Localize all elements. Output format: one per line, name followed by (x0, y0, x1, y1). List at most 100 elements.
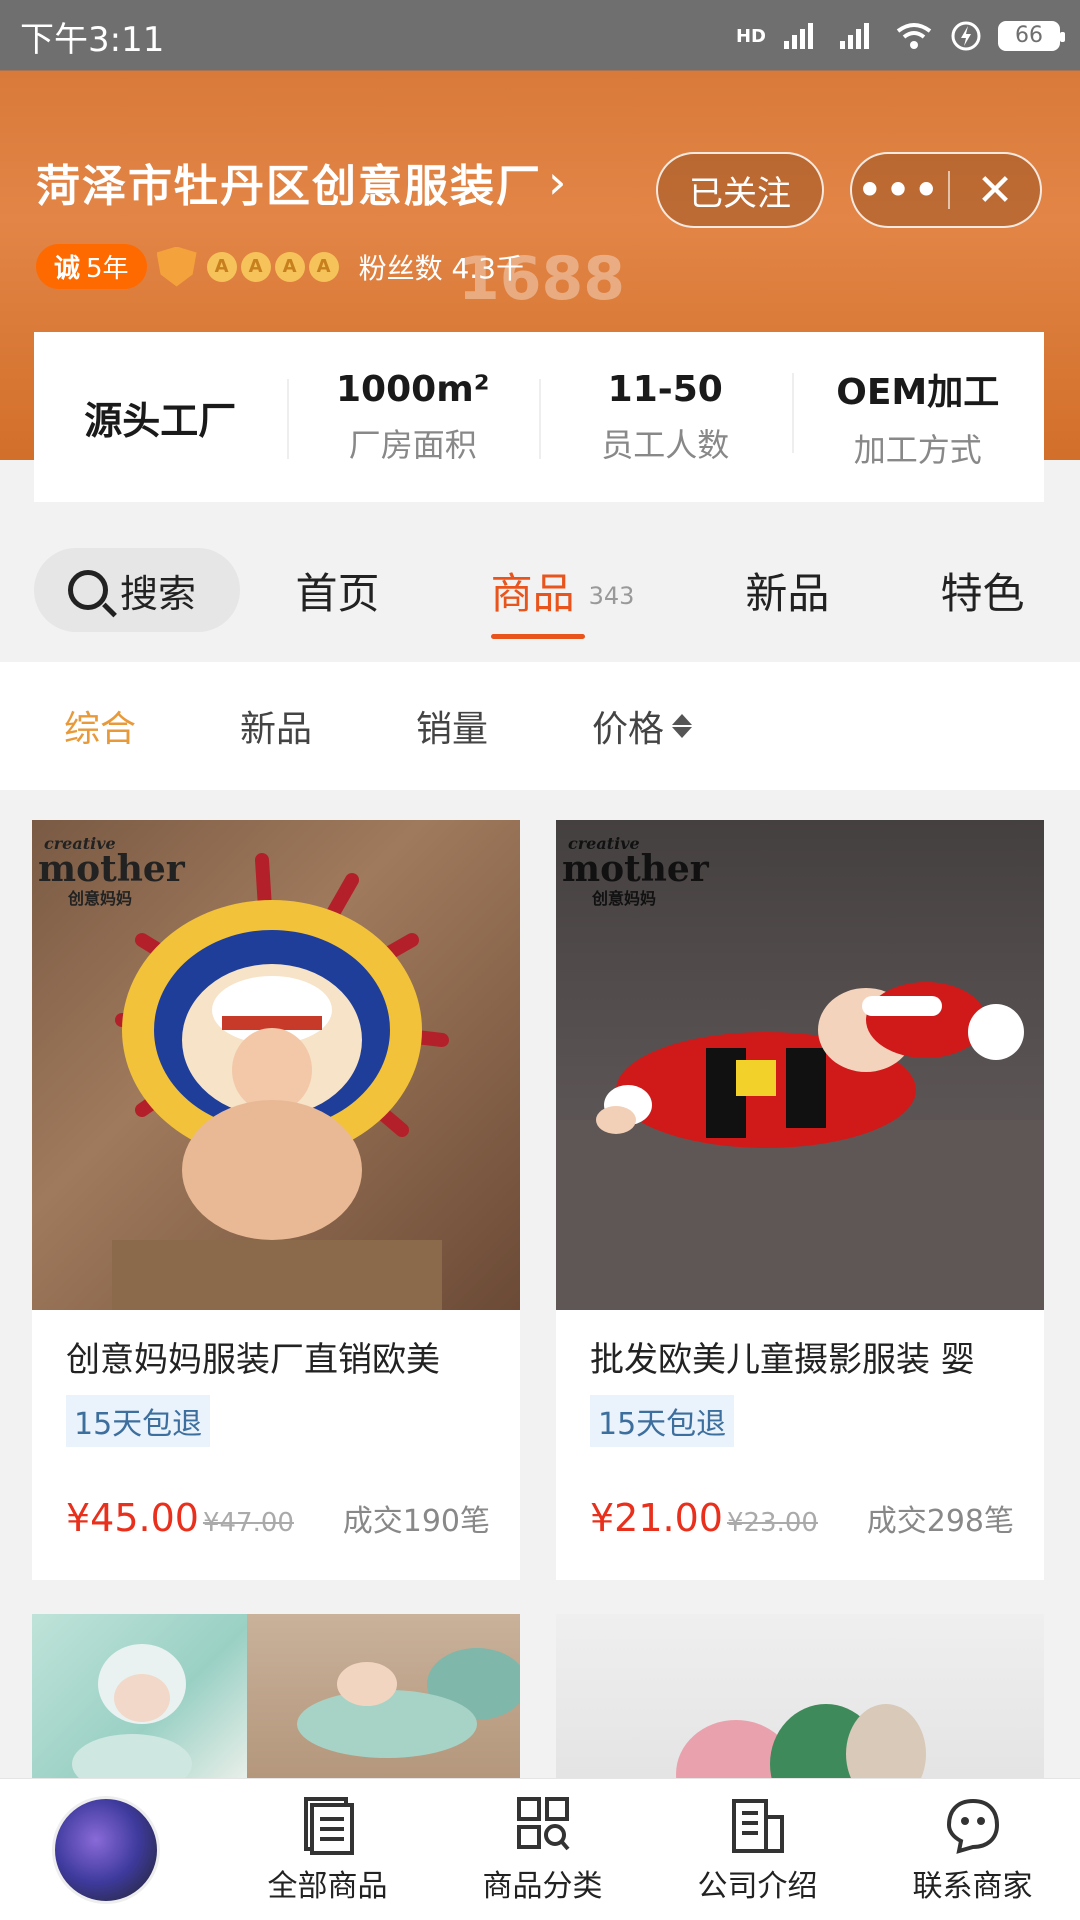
product-card[interactable] (32, 1614, 520, 1778)
tab-categories[interactable]: 商品分类 (483, 1795, 603, 1905)
factory-stat-value: 1000m² (336, 368, 490, 410)
cheng-years: 5年 (86, 254, 129, 284)
crown-icon: A (308, 251, 339, 282)
sort-price[interactable]: 价格 (592, 700, 693, 752)
cheng-xin-badge: 诚 5年 (36, 244, 147, 289)
product-image (32, 1614, 520, 1778)
sold-count: 成交298笔 (866, 1504, 1014, 1539)
search-button[interactable]: 搜索 (34, 548, 240, 632)
tab-label: 新品 (745, 568, 830, 618)
baby-photo-2 (297, 1648, 520, 1758)
product-image: creative mother 创意妈妈 (556, 820, 1044, 1310)
factory-type-label: 源头工厂 (84, 398, 237, 443)
logo-big-text: mother (38, 848, 185, 890)
miniapp-capsule: ••• ✕ (850, 152, 1042, 228)
signal-icon (784, 23, 813, 49)
factory-stat-value: 11-50 (607, 368, 723, 410)
shop-avatar[interactable] (52, 1795, 160, 1904)
sort-label: 综合 (64, 709, 137, 750)
sort-label: 销量 (416, 709, 489, 750)
battery-icon: 66 (998, 21, 1065, 51)
sort-label: 价格 (592, 709, 665, 750)
baby-photo-1 (72, 1644, 192, 1778)
product-image (556, 1614, 1044, 1778)
factory-stat-label: 员工人数 (601, 425, 730, 464)
brand-logo: creative mother 创意妈妈 (38, 834, 185, 909)
network-type-icon: HD (735, 25, 766, 47)
tab-label: 特色 (940, 568, 1025, 618)
sort-sales[interactable]: 销量 (416, 700, 488, 752)
tab-featured[interactable]: 特色 (940, 542, 1024, 639)
bottom-tabs: 全部商品 商品分类 公司介绍 联系商家 (220, 1795, 1080, 1905)
tab-label: 商品 (490, 568, 575, 618)
tab-company-intro[interactable]: 公司介绍 (698, 1795, 818, 1905)
search-label: 搜索 (120, 571, 197, 616)
cushion-photo (676, 1704, 926, 1778)
product-title: 创意妈妈服装厂直销欧美 (66, 1340, 440, 1380)
chevron-right-icon: › (548, 155, 567, 209)
factory-info-card: 源头工厂 1000m² 厂房面积 11-50 员工人数 OEM加工 加工方式 (34, 332, 1044, 502)
tab-new[interactable]: 新品 (745, 542, 829, 639)
shop-badges: 诚 5年 A A A A 粉丝数 4.3千 (36, 244, 524, 289)
follow-button[interactable]: 已关注 (656, 152, 824, 228)
document-list-icon (303, 1796, 354, 1855)
product-image-right (247, 1614, 520, 1778)
tab-products[interactable]: 商品 343 (490, 542, 635, 639)
return-policy-tag: 15天包退 (66, 1395, 211, 1447)
cheng-badge-mark: 诚 (54, 254, 81, 284)
factory-stat: 11-50 员工人数 (539, 369, 792, 466)
more-options-icon[interactable]: ••• (852, 168, 948, 212)
crown-rating: A A A A (206, 251, 339, 282)
tab-count: 343 (588, 582, 635, 610)
tab-contact-seller[interactable]: 联系商家 (913, 1795, 1033, 1905)
sold-count: 成交190笔 (342, 1504, 490, 1539)
shop-name: 菏泽市牡丹区创意服装厂 (36, 161, 542, 212)
bottom-tab-label: 商品分类 (482, 1868, 603, 1904)
product-title: 批发欧美儿童摄影服装 婴 (590, 1340, 975, 1380)
signal-icon-2 (840, 23, 869, 49)
product-price: ¥45.00 (66, 1496, 199, 1540)
factory-stat-value: OEM加工 (836, 372, 1000, 413)
crown-icon: A (206, 251, 237, 282)
status-icons: HD 66 (735, 20, 1065, 52)
active-tab-indicator (490, 633, 586, 639)
factory-type: 源头工厂 (34, 390, 287, 445)
search-icon (68, 570, 108, 610)
shop-title-link[interactable]: 菏泽市牡丹区创意服装厂 › (36, 150, 566, 214)
nav-tabs: 首页 商品 343 新品 特色 (240, 542, 1080, 639)
shield-icon (156, 246, 197, 287)
sort-label: 新品 (240, 709, 313, 750)
status-time: 下午3:11 (20, 19, 165, 60)
status-bar: 下午3:11 HD 66 (0, 0, 1080, 72)
sort-comprehensive[interactable]: 综合 (64, 700, 136, 752)
wifi-icon (896, 23, 932, 49)
bottom-tab-bar: 全部商品 商品分类 公司介绍 联系商家 (0, 1778, 1080, 1920)
tab-all-products[interactable]: 全部商品 (268, 1795, 388, 1905)
brand-logo: creative mother 创意妈妈 (562, 834, 709, 909)
return-policy-tag: 15天包退 (590, 1395, 735, 1447)
tab-home[interactable]: 首页 (296, 542, 380, 639)
sort-new[interactable]: 新品 (240, 700, 312, 752)
crown-icon: A (240, 251, 271, 282)
bottom-tab-label: 全部商品 (267, 1868, 388, 1904)
close-icon[interactable]: ✕ (950, 165, 1040, 216)
product-image: creative mother 创意妈妈 (32, 820, 520, 1310)
original-price: ¥47.00 (202, 1508, 294, 1538)
bottom-tab-label: 公司介绍 (697, 1868, 818, 1904)
power-saving-icon (951, 21, 981, 51)
price-row: ¥45.00 ¥47.00 成交190笔 (66, 1496, 490, 1540)
product-card[interactable] (556, 1614, 1044, 1778)
product-card[interactable]: creative mother 创意妈妈 批发欧美儿童摄影服装 婴 15天包退 … (556, 820, 1044, 1580)
tab-label: 首页 (295, 568, 380, 618)
factory-stat-label: 加工方式 (853, 431, 982, 469)
logo-big-text: mother (562, 848, 709, 890)
category-grid-icon (516, 1796, 570, 1850)
product-card[interactable]: creative mother 创意妈妈 创意妈妈服装厂直销欧美 15天包退 ¥… (32, 820, 520, 1580)
factory-stat: OEM加工 加工方式 (791, 363, 1045, 471)
brand-watermark: 1688 (458, 244, 625, 314)
crown-icon: A (274, 251, 305, 282)
factory-stat: 1000m² 厂房面积 (286, 368, 540, 466)
price-row: ¥21.00 ¥23.00 成交298笔 (590, 1496, 1014, 1540)
shop-nav: 搜索 首页 商品 343 新品 特色 (0, 520, 1080, 660)
product-image-left (32, 1614, 247, 1778)
